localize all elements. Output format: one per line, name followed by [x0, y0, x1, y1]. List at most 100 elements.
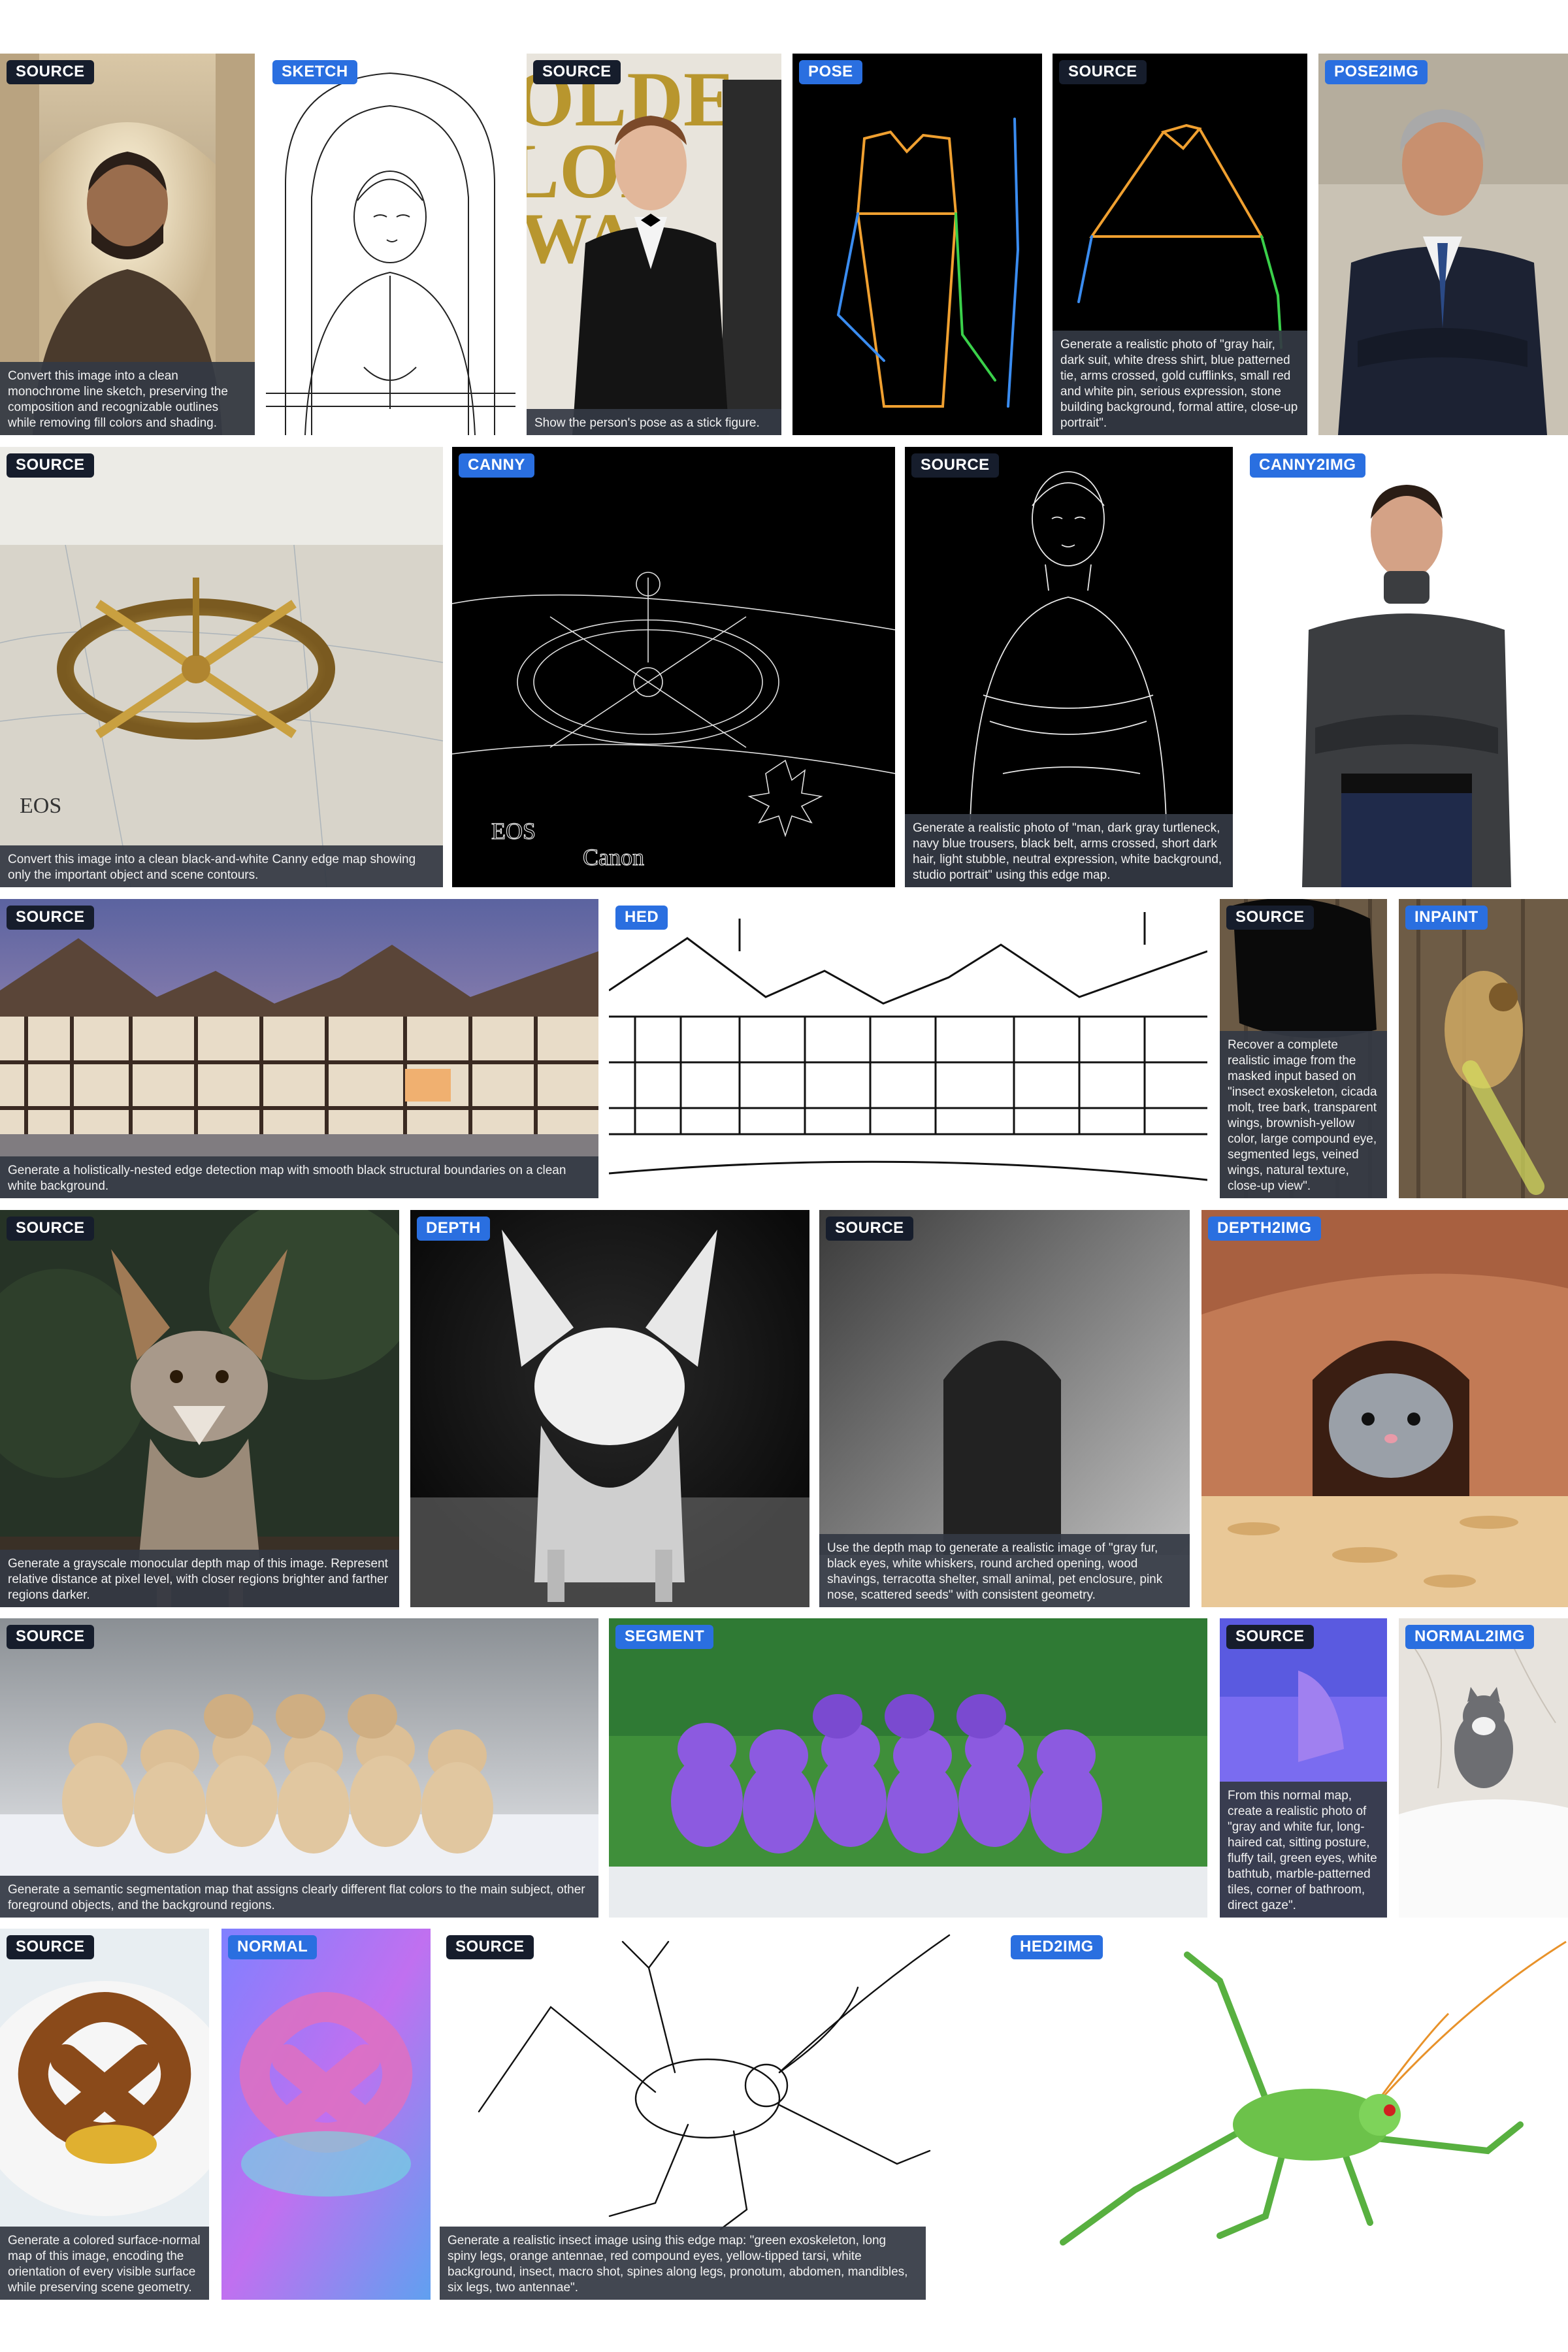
svg-text:Canon: Canon — [583, 844, 644, 870]
output-image — [609, 1618, 1207, 1918]
panel-tag: SOURCE — [7, 1625, 94, 1649]
panel-caption: Generate a colored surface-normal map of… — [0, 2227, 209, 2300]
panel-tag: SOURCE — [826, 1217, 913, 1241]
line-sketch-illustration — [266, 54, 515, 435]
panel-tag: NORMAL — [228, 1935, 318, 1959]
panel-hed2img: HED2IMG — [1004, 1929, 1568, 2300]
panel-source-canny: SOURCE Generate a realistic photo of "man… — [905, 447, 1233, 887]
suit-man-illustration — [1318, 54, 1568, 435]
output-image — [1201, 1210, 1568, 1607]
grasshopper-illustration — [1004, 1929, 1568, 2300]
panel-source-pose: SOURCE Generate a realistic photo of "gra… — [1053, 54, 1307, 435]
panel-source-portrait: SOURCE Convert this image into a clean mo… — [0, 54, 255, 435]
tuxedo-man-illustration: OLDE LOB WA — [527, 54, 781, 435]
panel-caption: From this normal map, create a realistic… — [1220, 1782, 1387, 1918]
panel-tag: INPAINT — [1405, 906, 1488, 930]
panel-canny2img: CANNY2IMG — [1243, 447, 1568, 887]
pose-skeleton-illustration — [792, 54, 1042, 435]
panel-tag: SOURCE — [1059, 60, 1147, 84]
panel-tag: DEPTH — [417, 1217, 490, 1241]
cicada-illustration — [1399, 899, 1568, 1198]
panel-canny: EOS Canon CANNY — [452, 447, 895, 887]
panel-caption: Convert this image into a clean black-an… — [0, 845, 443, 887]
panel-tag: SOURCE — [7, 1217, 94, 1241]
panel-source-compass: EOS SOURCE Convert this image into a clean… — [0, 447, 443, 887]
panel-tag: DEPTH2IMG — [1208, 1217, 1321, 1241]
panel-tag: POSE — [799, 60, 862, 84]
panel-normal2img: NORMAL2IMG — [1399, 1618, 1568, 1918]
panel-source-puppies: SOURCE Generate a semantic segmentation m… — [0, 1618, 598, 1918]
panel-tag: NORMAL2IMG — [1405, 1625, 1534, 1649]
output-image — [266, 54, 515, 435]
panel-hed: HED — [609, 899, 1207, 1198]
panel-tag: SOURCE — [7, 1935, 94, 1959]
panel-inpaint: INPAINT — [1399, 899, 1568, 1198]
cat-bathtub-illustration — [1399, 1618, 1568, 1918]
output-image — [1318, 54, 1568, 435]
output-image — [221, 1929, 431, 2300]
panel-tag: SOURCE — [446, 1935, 534, 1959]
turtleneck-man-illustration — [1243, 447, 1568, 887]
seg-puppies-illustration — [609, 1618, 1207, 1918]
depth-fox-illustration — [410, 1210, 809, 1607]
panel-caption: Recover a complete realistic image from … — [1220, 1031, 1387, 1198]
source-image — [0, 1210, 399, 1607]
panel-source-fox: SOURCE Generate a grayscale monocular dep… — [0, 1210, 399, 1607]
panel-source-insect: SOURCE Generate a realistic insect image … — [440, 1929, 992, 2300]
fox-illustration — [0, 1210, 399, 1607]
source-image — [0, 1618, 598, 1918]
panel-depth: DEPTH — [410, 1210, 809, 1607]
panel-tag: SOURCE — [7, 453, 94, 478]
output-image — [1004, 1929, 1568, 2300]
output-image — [1243, 447, 1568, 887]
brass-compass-illustration: EOS — [0, 447, 443, 887]
panel-depth2img: DEPTH2IMG — [1201, 1210, 1568, 1607]
panel-tag: SOURCE — [7, 906, 94, 930]
canny-compass-illustration: EOS Canon — [452, 447, 895, 887]
normal-pretzel-illustration — [221, 1929, 431, 2300]
panel-source-pretzel: SOURCE Generate a colored surface-normal … — [0, 1929, 209, 2300]
output-image — [609, 899, 1207, 1198]
puppies-illustration — [0, 1618, 598, 1918]
panel-tag: SEGMENT — [615, 1625, 714, 1649]
output-image — [792, 54, 1042, 435]
panel-caption: Use the depth map to generate a realisti… — [819, 1534, 1190, 1607]
panel-segment: SEGMENT — [609, 1618, 1207, 1918]
panel-tag: CANNY — [459, 453, 534, 478]
hed-houses-illustration — [609, 899, 1207, 1198]
output-image — [1399, 1618, 1568, 1918]
panel-source-tuxedo: OLDE LOB WA SOURCE Show the person's pose… — [527, 54, 781, 435]
output-image — [410, 1210, 809, 1607]
panel-source-normal: SOURCE From this normal map, create a rea… — [1220, 1618, 1387, 1918]
panel-tag: SOURCE — [1226, 1625, 1314, 1649]
panel-caption: Generate a grayscale monocular depth map… — [0, 1550, 399, 1607]
panel-caption: Generate a realistic photo of "man, dark… — [905, 814, 1233, 887]
panel-tag: POSE2IMG — [1325, 60, 1428, 84]
panel-tag: SOURCE — [1226, 906, 1314, 930]
panel-source-masked: SOURCE Recover a complete realistic image… — [1220, 899, 1387, 1198]
panel-caption: Generate a realistic insect image using … — [440, 2227, 926, 2300]
panel-tag: CANNY2IMG — [1250, 453, 1365, 478]
panel-pose2img: POSE2IMG — [1318, 54, 1568, 435]
source-image: OLDE LOB WA — [527, 54, 781, 435]
panel-caption: Show the person's pose as a stick figure… — [527, 409, 781, 435]
hamster-illustration — [1201, 1210, 1568, 1607]
panel-caption: Generate a semantic segmentation map tha… — [0, 1876, 598, 1918]
panel-tag: SOURCE — [533, 60, 621, 84]
panel-tag: HED2IMG — [1011, 1935, 1103, 1959]
panel-source-houses: SOURCE Generate a holistically-nested edg… — [0, 899, 598, 1198]
source-image — [0, 899, 598, 1198]
panel-caption: Convert this image into a clean monochro… — [0, 362, 255, 435]
panel-tag: HED — [615, 906, 668, 930]
output-image: EOS Canon — [452, 447, 895, 887]
panel-pose: POSE — [792, 54, 1042, 435]
panel-caption: Generate a holistically-nested edge dete… — [0, 1156, 598, 1198]
panel-caption: Generate a realistic photo of "gray hair… — [1053, 331, 1307, 435]
panel-tag: SOURCE — [911, 453, 999, 478]
panel-tag: SOURCE — [7, 60, 94, 84]
panel-normal: NORMAL — [221, 1929, 431, 2300]
panel-source-depth: SOURCE Use the depth map to generate a re… — [819, 1210, 1190, 1607]
svg-text:EOS: EOS — [20, 794, 61, 818]
svg-text:EOS: EOS — [491, 818, 536, 844]
example-grid: SOURCE Convert this image into a clean mo… — [0, 0, 1568, 2352]
